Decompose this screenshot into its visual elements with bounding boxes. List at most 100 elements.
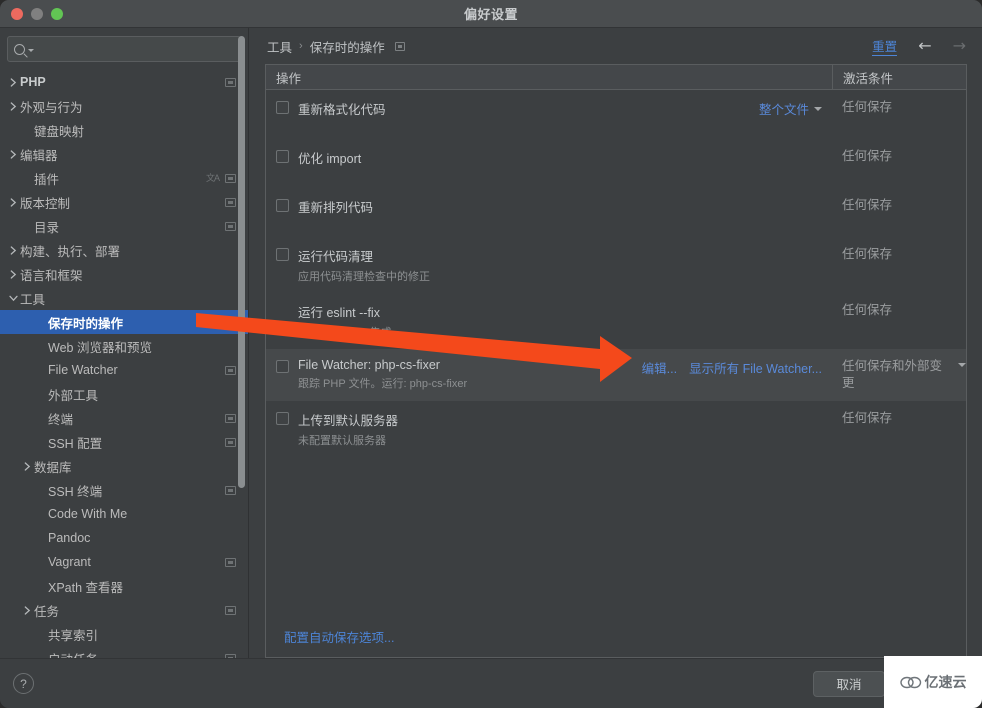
row-title: 运行代码清理 xyxy=(298,250,374,264)
breadcrumb-parent[interactable]: 工具 xyxy=(267,37,292,56)
sidebar-item-10[interactable]: 保存时的操作 xyxy=(0,310,248,334)
table-header: 操作 激活条件 xyxy=(266,65,966,90)
row-title: File Watcher: php-cs-fixer xyxy=(298,358,440,372)
row-condition-label: 任何保存 xyxy=(842,100,893,114)
sidebar-item-17[interactable]: SSH 终端 xyxy=(0,478,248,502)
sidebar-item-icons xyxy=(225,653,236,658)
row-checkbox[interactable] xyxy=(276,360,289,373)
row-checkbox[interactable] xyxy=(276,248,289,261)
chevron-right-icon[interactable] xyxy=(6,269,20,279)
sidebar-item-7[interactable]: 构建、执行、部署 xyxy=(0,238,248,262)
sidebar-item-2[interactable]: 键盘映射 xyxy=(0,118,248,142)
sidebar-item-24[interactable]: 启动任务 xyxy=(0,646,248,658)
search-icon xyxy=(14,43,25,55)
row-title: 重新排列代码 xyxy=(298,201,374,215)
row-links xyxy=(822,302,832,340)
sidebar-item-icons xyxy=(225,197,236,207)
row-condition: 任何保存 xyxy=(832,246,966,284)
row-texts: 运行 eslint --fix 已禁用 ESLint 集成 xyxy=(298,302,822,340)
sidebar-item-label: 目录 xyxy=(34,220,60,235)
chevron-right-icon[interactable] xyxy=(6,197,20,207)
sidebar-item-1[interactable]: 外观与行为 xyxy=(0,94,248,118)
row-checkbox[interactable] xyxy=(276,150,289,163)
sidebar-item-label: SSH 配置 xyxy=(48,436,103,451)
row-main: 上传到默认服务器 未配置默认服务器 xyxy=(266,410,832,448)
minimize-button[interactable] xyxy=(31,7,43,20)
sidebar-item-6[interactable]: 目录 xyxy=(0,214,248,238)
sidebar-item-0[interactable]: PHP xyxy=(0,70,248,94)
table-body: 重新格式化代码 整个文件 任何保存 优化 import 任何保存 重新排列代码 任何保存 运行… xyxy=(266,90,966,617)
sidebar-item-15[interactable]: SSH 配置 xyxy=(0,430,248,454)
sidebar-item-icons xyxy=(225,485,236,495)
close-button[interactable] xyxy=(11,7,23,20)
sidebar-item-23[interactable]: 共享索引 xyxy=(0,622,248,646)
sidebar-item-4[interactable]: 插件 文A xyxy=(0,166,248,190)
row-condition-label: 任何保存 xyxy=(842,198,893,212)
sidebar-item-12[interactable]: File Watcher xyxy=(0,358,248,382)
sidebar-item-label: Web 浏览器和预览 xyxy=(48,340,152,355)
chevron-right-icon[interactable] xyxy=(6,149,20,159)
table-row[interactable]: 上传到默认服务器 未配置默认服务器 任何保存 xyxy=(266,401,966,457)
sidebar-item-11[interactable]: Web 浏览器和预览 xyxy=(0,334,248,358)
row-main: File Watcher: php-cs-fixer 跟踪 PHP 文件。运行: … xyxy=(266,358,832,392)
row-link[interactable]: 编辑... xyxy=(642,358,677,377)
sidebar-item-label: PHP xyxy=(20,75,46,89)
row-main: 运行 eslint --fix 已禁用 ESLint 集成 xyxy=(266,302,832,340)
configure-autosave-link[interactable]: 配置自动保存选项... xyxy=(284,631,394,645)
scope-dropdown[interactable]: 整个文件 xyxy=(759,99,822,118)
row-condition[interactable]: 任何保存和外部变更 xyxy=(832,358,966,392)
sidebar-scrollbar[interactable] xyxy=(238,36,245,488)
sidebar-item-label: Vagrant xyxy=(48,555,91,569)
sidebar-item-13[interactable]: 外部工具 xyxy=(0,382,248,406)
row-subtitle: 已禁用 ESLint 集成 xyxy=(298,327,392,339)
nav-forward-icon[interactable]: → xyxy=(953,38,966,54)
row-texts: File Watcher: php-cs-fixer 跟踪 PHP 文件。运行: … xyxy=(298,358,642,392)
nav-back-icon[interactable]: ← xyxy=(918,38,931,54)
sidebar-item-22[interactable]: 任务 xyxy=(0,598,248,622)
mono-icon xyxy=(225,173,236,183)
row-links xyxy=(822,410,832,448)
row-link[interactable]: 显示所有 File Watcher... xyxy=(689,358,822,377)
breadcrumb-current: 保存时的操作 xyxy=(309,40,385,55)
table-row[interactable]: 运行代码清理 应用代码清理检查中的修正 任何保存 xyxy=(266,237,966,293)
table-row[interactable]: 优化 import 任何保存 xyxy=(266,139,966,188)
sidebar-item-3[interactable]: 编辑器 xyxy=(0,142,248,166)
table-row[interactable]: File Watcher: php-cs-fixer 跟踪 PHP 文件。运行: … xyxy=(266,349,966,401)
chevron-right-icon[interactable] xyxy=(6,77,20,87)
table-row[interactable]: 重新排列代码 任何保存 xyxy=(266,188,966,237)
chevron-right-icon[interactable] xyxy=(6,101,20,111)
sidebar-item-label: 语言和框架 xyxy=(20,268,83,283)
sidebar-item-5[interactable]: 版本控制 xyxy=(0,190,248,214)
sidebar-item-16[interactable]: 数据库 xyxy=(0,454,248,478)
sidebar-item-label: Code With Me xyxy=(48,507,128,521)
sidebar-item-19[interactable]: Pandoc xyxy=(0,526,248,550)
cancel-button[interactable]: 取消 xyxy=(813,670,885,697)
reset-link[interactable]: 重置 xyxy=(872,36,898,56)
chevron-right-icon[interactable] xyxy=(20,461,34,471)
sidebar-item-18[interactable]: Code With Me xyxy=(0,502,248,526)
row-checkbox-placeholder xyxy=(276,304,289,317)
sidebar-item-21[interactable]: XPath 查看器 xyxy=(0,574,248,598)
table-row[interactable]: 重新格式化代码 整个文件 任何保存 xyxy=(266,90,966,139)
sidebar-item-14[interactable]: 终端 xyxy=(0,406,248,430)
zoom-button[interactable] xyxy=(51,7,63,20)
table-row[interactable]: 运行 eslint --fix 已禁用 ESLint 集成 任何保存 xyxy=(266,293,966,349)
row-checkbox[interactable] xyxy=(276,411,289,425)
row-main: 运行代码清理 应用代码清理检查中的修正 xyxy=(266,246,832,284)
sidebar-item-9[interactable]: 工具 xyxy=(0,286,248,310)
sidebar-item-8[interactable]: 语言和框架 xyxy=(0,262,248,286)
chevron-right-icon[interactable] xyxy=(6,245,20,255)
chevron-down-icon[interactable] xyxy=(6,295,20,302)
row-condition-label: 任何保存 xyxy=(842,410,893,425)
search-box[interactable] xyxy=(7,36,241,62)
row-checkbox[interactable] xyxy=(276,199,289,212)
search-input[interactable] xyxy=(37,42,234,56)
chevron-right-icon[interactable] xyxy=(20,605,34,615)
sidebar-item-label: 保存时的操作 xyxy=(48,316,124,331)
settings-tree: PHP 外观与行为 键盘映射 编辑器 插件 文A 版本控制目录构建、执行、部署语言和框架工具… xyxy=(0,68,248,658)
chevron-down-icon[interactable] xyxy=(958,363,966,367)
row-checkbox[interactable] xyxy=(276,101,289,114)
column-header-condition: 激活条件 xyxy=(832,65,966,89)
sidebar-item-20[interactable]: Vagrant xyxy=(0,550,248,574)
help-button[interactable]: ? xyxy=(13,673,34,694)
